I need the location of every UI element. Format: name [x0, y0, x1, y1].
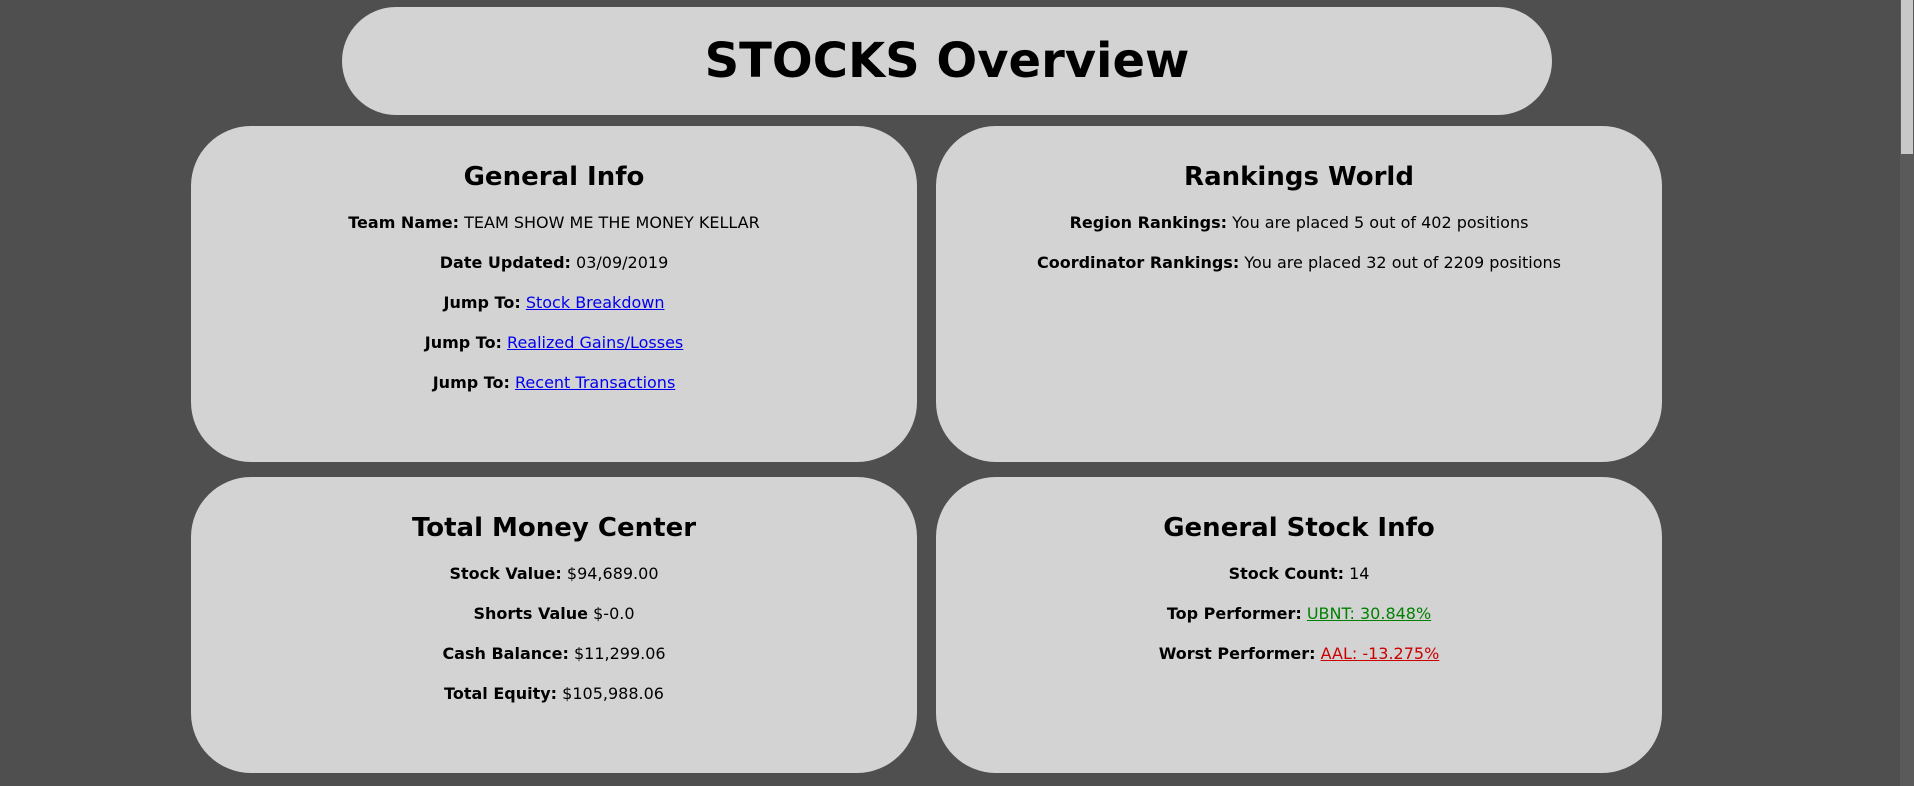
date-updated-value: 03/09/2019 [576, 253, 669, 272]
jump-to-label: Jump To: [432, 373, 510, 392]
region-rankings-label: Region Rankings: [1069, 213, 1228, 232]
general-info-card: General Info Team Name: TEAM SHOW ME THE… [191, 126, 917, 462]
shorts-value-row: Shorts Value $-0.0 [191, 604, 917, 623]
stock-info-heading: General Stock Info [1163, 513, 1435, 543]
general-info-heading: General Info [463, 162, 645, 192]
stock-value-label: Stock Value: [449, 564, 562, 583]
shorts-value: $-0.0 [593, 604, 635, 623]
date-updated-label: Date Updated: [439, 253, 571, 272]
top-performer-label: Top Performer: [1166, 604, 1302, 623]
stock-breakdown-link[interactable]: Stock Breakdown [526, 293, 665, 312]
coordinator-rankings-label: Coordinator Rankings: [1036, 253, 1240, 272]
top-performer-row: Top Performer: UBNT: 30.848% [936, 604, 1662, 623]
stock-info-card: General Stock Info Stock Count: 14 Top P… [936, 477, 1662, 773]
stock-count-label: Stock Count: [1228, 564, 1344, 583]
team-name-value: TEAM SHOW ME THE MONEY KELLAR [464, 213, 760, 232]
stock-value-row: Stock Value: $94,689.00 [191, 564, 917, 583]
coordinator-rankings-value: You are placed 32 out of 2209 positions [1244, 253, 1561, 272]
jump-recent-transactions-row: Jump To: Recent Transactions [191, 373, 917, 392]
cash-balance-row: Cash Balance: $11,299.06 [191, 644, 917, 663]
total-equity-label: Total Equity: [444, 684, 558, 703]
cash-balance: $11,299.06 [573, 644, 666, 663]
money-center-card: Total Money Center Stock Value: $94,689.… [191, 477, 917, 773]
stock-value: $94,689.00 [566, 564, 659, 583]
page-header: STOCKS Overview [342, 7, 1552, 115]
region-rankings-value: You are placed 5 out of 402 positions [1232, 213, 1529, 232]
worst-performer-row: Worst Performer: AAL: -13.275% [936, 644, 1662, 663]
stock-count: 14 [1349, 564, 1370, 583]
team-name-label: Team Name: [348, 213, 460, 232]
stock-count-row: Stock Count: 14 [936, 564, 1662, 583]
realized-gains-link[interactable]: Realized Gains/Losses [507, 333, 683, 352]
total-equity-row: Total Equity: $105,988.06 [191, 684, 917, 703]
rankings-card: Rankings World Region Rankings: You are … [936, 126, 1662, 462]
total-equity: $105,988.06 [562, 684, 664, 703]
money-center-heading: Total Money Center [411, 513, 697, 543]
scrollbar-thumb[interactable] [1901, 0, 1913, 154]
page: STOCKS Overview General Info Team Name: … [0, 0, 1914, 786]
jump-stock-breakdown-row: Jump To: Stock Breakdown [191, 293, 917, 312]
jump-to-label: Jump To: [424, 333, 502, 352]
top-performer-link[interactable]: UBNT: 30.848% [1307, 604, 1431, 623]
worst-performer-link[interactable]: AAL: -13.275% [1321, 644, 1440, 663]
coordinator-rankings-row: Coordinator Rankings: You are placed 32 … [936, 253, 1662, 272]
page-title: STOCKS Overview [704, 33, 1190, 89]
recent-transactions-link[interactable]: Recent Transactions [515, 373, 675, 392]
region-rankings-row: Region Rankings: You are placed 5 out of… [936, 213, 1662, 232]
team-name-row: Team Name: TEAM SHOW ME THE MONEY KELLAR [191, 213, 917, 232]
date-updated-row: Date Updated: 03/09/2019 [191, 253, 917, 272]
shorts-value-label: Shorts Value [473, 604, 589, 623]
worst-performer-label: Worst Performer: [1158, 644, 1316, 663]
rankings-heading: Rankings World [1184, 162, 1414, 192]
vertical-scrollbar[interactable] [1900, 0, 1914, 786]
cash-balance-label: Cash Balance: [442, 644, 569, 663]
jump-to-label: Jump To: [443, 293, 521, 312]
jump-realized-gains-row: Jump To: Realized Gains/Losses [191, 333, 917, 352]
